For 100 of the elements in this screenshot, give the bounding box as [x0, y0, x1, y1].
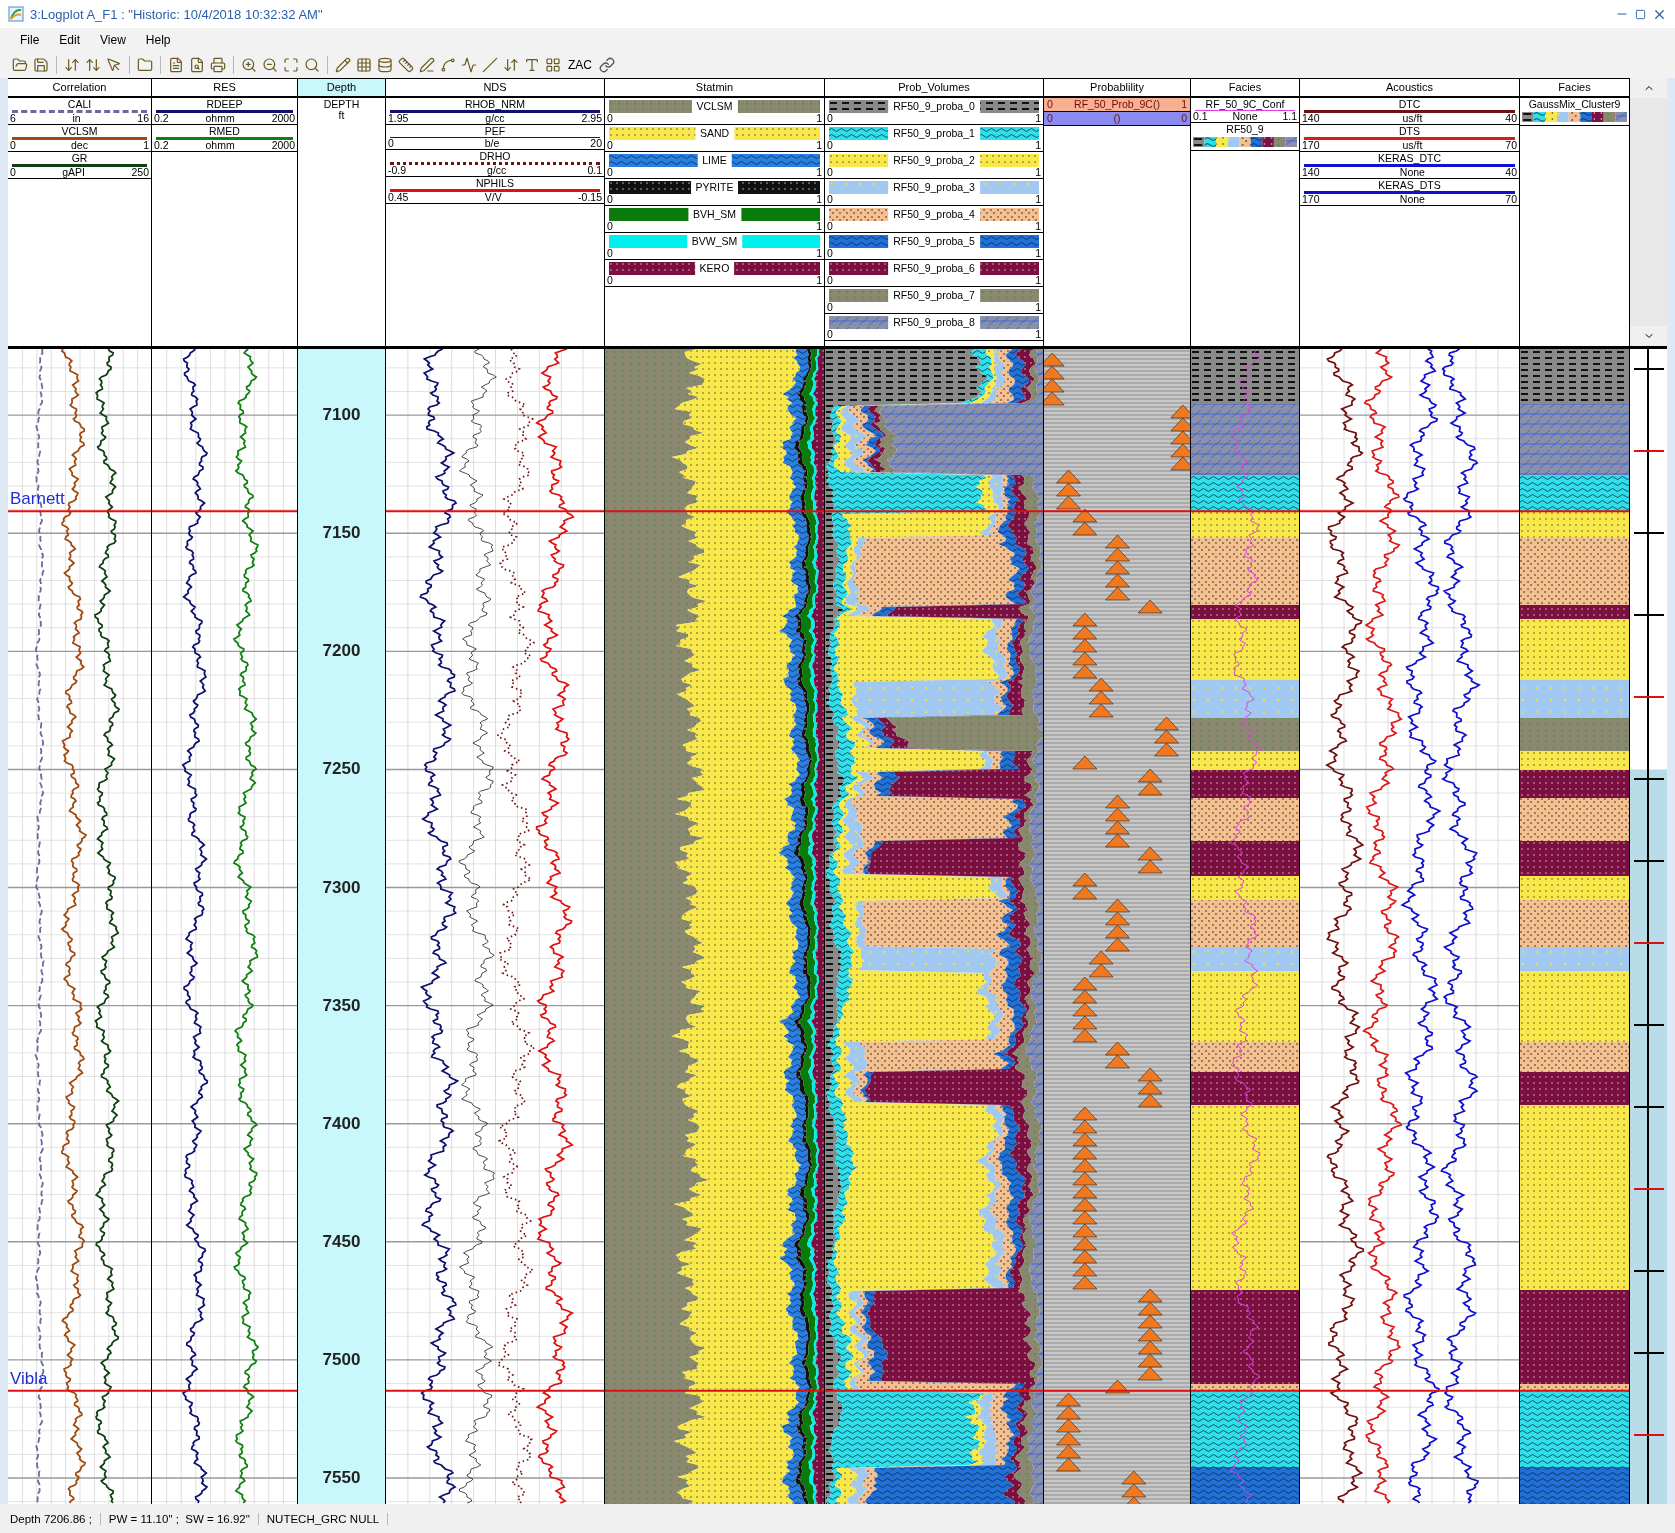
- curve-name: RF_50_9C_Conf: [1204, 99, 1286, 110]
- scale-min: 6: [10, 113, 16, 124]
- scale-max: 1: [1035, 329, 1041, 340]
- pen-icon[interactable]: [419, 57, 435, 73]
- menu-item[interactable]: View: [92, 31, 134, 49]
- curve-unit: b/e: [484, 138, 500, 149]
- scale-min: 0: [10, 140, 16, 151]
- track-title: Statmin: [605, 78, 824, 98]
- curve-unit: us/ft: [1402, 140, 1423, 151]
- scale-max: 2000: [271, 113, 295, 124]
- scale-max: 2000: [271, 140, 295, 151]
- search-icon[interactable]: [304, 57, 320, 73]
- curve-unit: ohmm: [205, 140, 235, 151]
- curve-name: DTS: [1398, 126, 1421, 137]
- file-search-icon[interactable]: [189, 57, 205, 73]
- save-icon[interactable]: [33, 57, 49, 73]
- pencil-icon[interactable]: [335, 57, 351, 73]
- spline-icon[interactable]: [440, 57, 456, 73]
- scale-max: 1: [1035, 167, 1041, 178]
- fill-name: RF50_9_proba_2: [888, 154, 980, 167]
- curve-unit: V/V: [484, 192, 502, 203]
- scale-max: 40: [1505, 113, 1517, 124]
- wave-icon[interactable]: [461, 57, 477, 73]
- scale-min: 170: [1302, 194, 1320, 205]
- curve-name: DRHO: [478, 151, 512, 162]
- scale-min: 0: [10, 167, 16, 178]
- scale-max: 250: [131, 167, 149, 178]
- link-icon[interactable]: [599, 57, 615, 73]
- scale-min: 0: [827, 275, 833, 286]
- fill-name: VCLSM: [691, 100, 738, 113]
- depth-label: 7450: [321, 1231, 362, 1252]
- fill-name: PYRITE: [690, 181, 739, 194]
- document-icon[interactable]: [168, 57, 184, 73]
- open-folder-icon[interactable]: [12, 57, 28, 73]
- menu-item[interactable]: Edit: [51, 31, 89, 49]
- pointer-icon[interactable]: [106, 57, 122, 73]
- scale-min: 0: [388, 138, 394, 149]
- scale-max: -0.15: [578, 192, 602, 203]
- fill-name: RF50_9_proba_5: [888, 235, 980, 248]
- curve-name: DTC: [1397, 99, 1422, 110]
- depth-label: 7550: [321, 1468, 362, 1488]
- scale-max: 0.1: [587, 165, 602, 176]
- fill-name: RF50_9_proba_8: [888, 316, 980, 329]
- ruler-icon[interactable]: [398, 57, 414, 73]
- scale-max: 1: [816, 248, 822, 259]
- menu-item[interactable]: Help: [137, 31, 179, 49]
- scale-max: 2.95: [581, 113, 602, 124]
- scrollbar[interactable]: [1630, 78, 1667, 346]
- scale-max: 1: [1035, 248, 1041, 259]
- table-icon[interactable]: [545, 57, 561, 73]
- scale-min: 0: [827, 329, 833, 340]
- sort-icon[interactable]: [64, 57, 80, 73]
- scale-max: 1: [816, 167, 822, 178]
- folder-icon[interactable]: [137, 57, 153, 73]
- scale-min: 0.45: [388, 192, 409, 203]
- zoom-out-icon[interactable]: [262, 57, 278, 73]
- text-icon[interactable]: [524, 57, 540, 73]
- zac-button[interactable]: ZAC: [566, 58, 594, 72]
- scale-min: 0: [607, 113, 613, 124]
- scale-max: 1: [816, 140, 822, 151]
- status-text: NUTECH_GRC NULL: [266, 1512, 389, 1525]
- scale-min: 140: [1302, 113, 1320, 124]
- status-text: Depth 7206.86 ;: [10, 1512, 101, 1525]
- curve-unit: None: [1232, 111, 1258, 122]
- fill-name: BVH_SM: [687, 208, 742, 221]
- scale-max: 1: [816, 113, 822, 124]
- scale-max: 1: [1035, 302, 1041, 313]
- depth-label: 7100: [321, 405, 362, 426]
- scale-max: 1: [816, 275, 822, 286]
- maximize-icon[interactable]: [1635, 8, 1646, 20]
- curve-unit: gAPI: [62, 167, 86, 178]
- printer-icon[interactable]: [210, 57, 226, 73]
- zoom-in-icon[interactable]: [241, 57, 257, 73]
- line-icon[interactable]: [482, 57, 498, 73]
- sort-icon[interactable]: [503, 57, 519, 73]
- menu-item[interactable]: File: [12, 31, 48, 49]
- app-icon: [8, 6, 24, 22]
- database-icon[interactable]: [377, 57, 393, 73]
- scale-min: 0: [827, 113, 833, 124]
- status-text: PW = 11.10" ; SW = 16.92": [108, 1512, 259, 1525]
- scale-min: 0.2: [154, 113, 169, 124]
- track-title: RES: [152, 78, 297, 98]
- fit-frame-icon[interactable]: [283, 57, 299, 73]
- fill-name: SAND: [694, 127, 735, 140]
- scale-min: 0: [607, 221, 613, 232]
- fill-name: RF50_9_proba_1: [888, 127, 980, 140]
- curve-unit: None: [1399, 194, 1425, 205]
- scale-min: 0: [827, 248, 833, 259]
- depth-label: 7350: [321, 995, 362, 1016]
- scale-max: 1: [816, 194, 822, 205]
- curve-name: RDEEP: [205, 99, 244, 110]
- grid-icon[interactable]: [356, 57, 372, 73]
- fill-name: RF50_9_proba_3: [888, 181, 980, 194]
- scale-min: 0.1: [1193, 111, 1208, 122]
- sort-icon[interactable]: [85, 57, 101, 73]
- depth-label: 7300: [321, 877, 362, 898]
- scale-max: 70: [1505, 140, 1517, 151]
- scale-max: 1: [1035, 140, 1041, 151]
- scale-min: 0: [607, 167, 613, 178]
- scale-max: 40: [1505, 167, 1517, 178]
